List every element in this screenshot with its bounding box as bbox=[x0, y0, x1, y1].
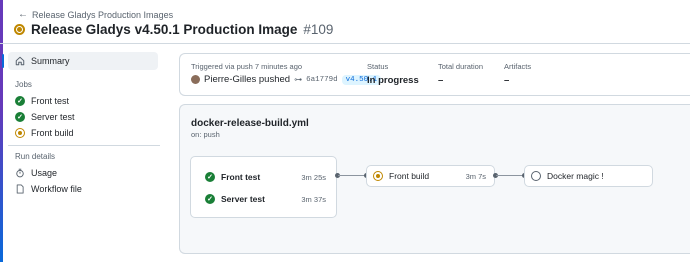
job-node-docker-magic[interactable]: Docker magic ! bbox=[531, 167, 644, 185]
back-link[interactable]: ← Release Gladys Production Images bbox=[18, 9, 173, 20]
header-divider bbox=[0, 43, 690, 44]
avatar bbox=[191, 75, 200, 84]
commit-hash[interactable]: 6a1779d bbox=[306, 76, 338, 84]
job-node-front-test[interactable]: ✓ Front test 3m 25s bbox=[205, 168, 326, 186]
job-name: Docker magic ! bbox=[547, 171, 604, 181]
check-circle-icon: ✓ bbox=[15, 112, 25, 122]
workflow-trigger: on: push bbox=[191, 130, 220, 139]
stopwatch-icon bbox=[16, 168, 24, 178]
status-label: Status bbox=[367, 62, 389, 71]
run-details-heading: Run details bbox=[15, 152, 56, 161]
git-commit-icon: ⊶ bbox=[294, 75, 303, 84]
job-duration: 3m 7s bbox=[465, 171, 486, 181]
job-name: Server test bbox=[221, 194, 265, 204]
connector-line bbox=[338, 175, 366, 176]
sidebar-item-front-build[interactable]: Front build bbox=[8, 124, 158, 142]
sidebar-item-label: Front test bbox=[31, 96, 70, 106]
jobs-heading: Jobs bbox=[15, 80, 32, 89]
in-progress-icon bbox=[373, 171, 383, 181]
job-group-tests: ✓ Front test 3m 25s ✓ Server test 3m 37s bbox=[190, 156, 337, 218]
connector-line bbox=[496, 175, 524, 176]
job-node-front-build[interactable]: Front build 3m 7s bbox=[373, 167, 486, 185]
job-duration: 3m 25s bbox=[301, 172, 326, 182]
sidebar-item-label: Server test bbox=[31, 112, 75, 122]
job-group-build: Front build 3m 7s bbox=[366, 165, 495, 187]
job-name: Front test bbox=[221, 172, 261, 182]
check-circle-icon: ✓ bbox=[15, 96, 25, 106]
back-link-label[interactable]: Release Gladys Production Images bbox=[32, 10, 173, 20]
artifacts-value: – bbox=[504, 75, 510, 86]
sidebar-item-workflow-file[interactable]: Workflow file bbox=[8, 180, 158, 198]
page-title-row: Release Gladys v4.50.1 Production Image … bbox=[14, 22, 333, 37]
run-number: #109 bbox=[303, 22, 334, 37]
arrow-left-icon: ← bbox=[18, 9, 28, 20]
run-summary-panel: Triggered via push 7 minutes ago Pierre-… bbox=[179, 53, 690, 96]
in-progress-status-icon bbox=[14, 24, 25, 35]
sidebar-item-label: Summary bbox=[31, 56, 70, 66]
window-left-accent bbox=[0, 0, 3, 262]
sidebar-divider bbox=[8, 145, 160, 146]
total-duration-value: – bbox=[438, 75, 444, 86]
trigger-info: Pierre-Gilles pushed ⊶ 6a1779d v4.50.1 bbox=[191, 74, 382, 85]
job-name: Front build bbox=[389, 171, 430, 181]
page-title: Release Gladys v4.50.1 Production Image bbox=[31, 22, 298, 37]
home-icon bbox=[15, 56, 25, 66]
in-progress-icon bbox=[15, 128, 25, 138]
artifacts-label: Artifacts bbox=[504, 62, 532, 71]
trigger-label: Triggered via push 7 minutes ago bbox=[191, 62, 303, 71]
queued-circle-icon bbox=[531, 171, 541, 181]
sidebar-item-summary[interactable]: Summary bbox=[2, 52, 158, 70]
job-group-docker: Docker magic ! bbox=[524, 165, 653, 187]
workflow-graph-panel: docker-release-build.yml on: push ✓ Fron… bbox=[179, 104, 690, 254]
actor-text: Pierre-Gilles pushed bbox=[204, 74, 291, 85]
sidebar-item-label: Workflow file bbox=[31, 184, 82, 194]
workflow-file-name[interactable]: docker-release-build.yml bbox=[191, 118, 309, 129]
job-duration: 3m 37s bbox=[301, 194, 326, 204]
job-node-server-test[interactable]: ✓ Server test 3m 37s bbox=[205, 190, 326, 208]
status-value: In progress bbox=[367, 75, 419, 86]
sidebar-item-label: Usage bbox=[31, 168, 58, 178]
sidebar-item-label: Front build bbox=[31, 128, 74, 138]
check-circle-icon: ✓ bbox=[205, 194, 215, 204]
file-icon bbox=[16, 184, 24, 194]
check-circle-icon: ✓ bbox=[205, 172, 215, 182]
total-duration-label: Total duration bbox=[438, 62, 484, 71]
